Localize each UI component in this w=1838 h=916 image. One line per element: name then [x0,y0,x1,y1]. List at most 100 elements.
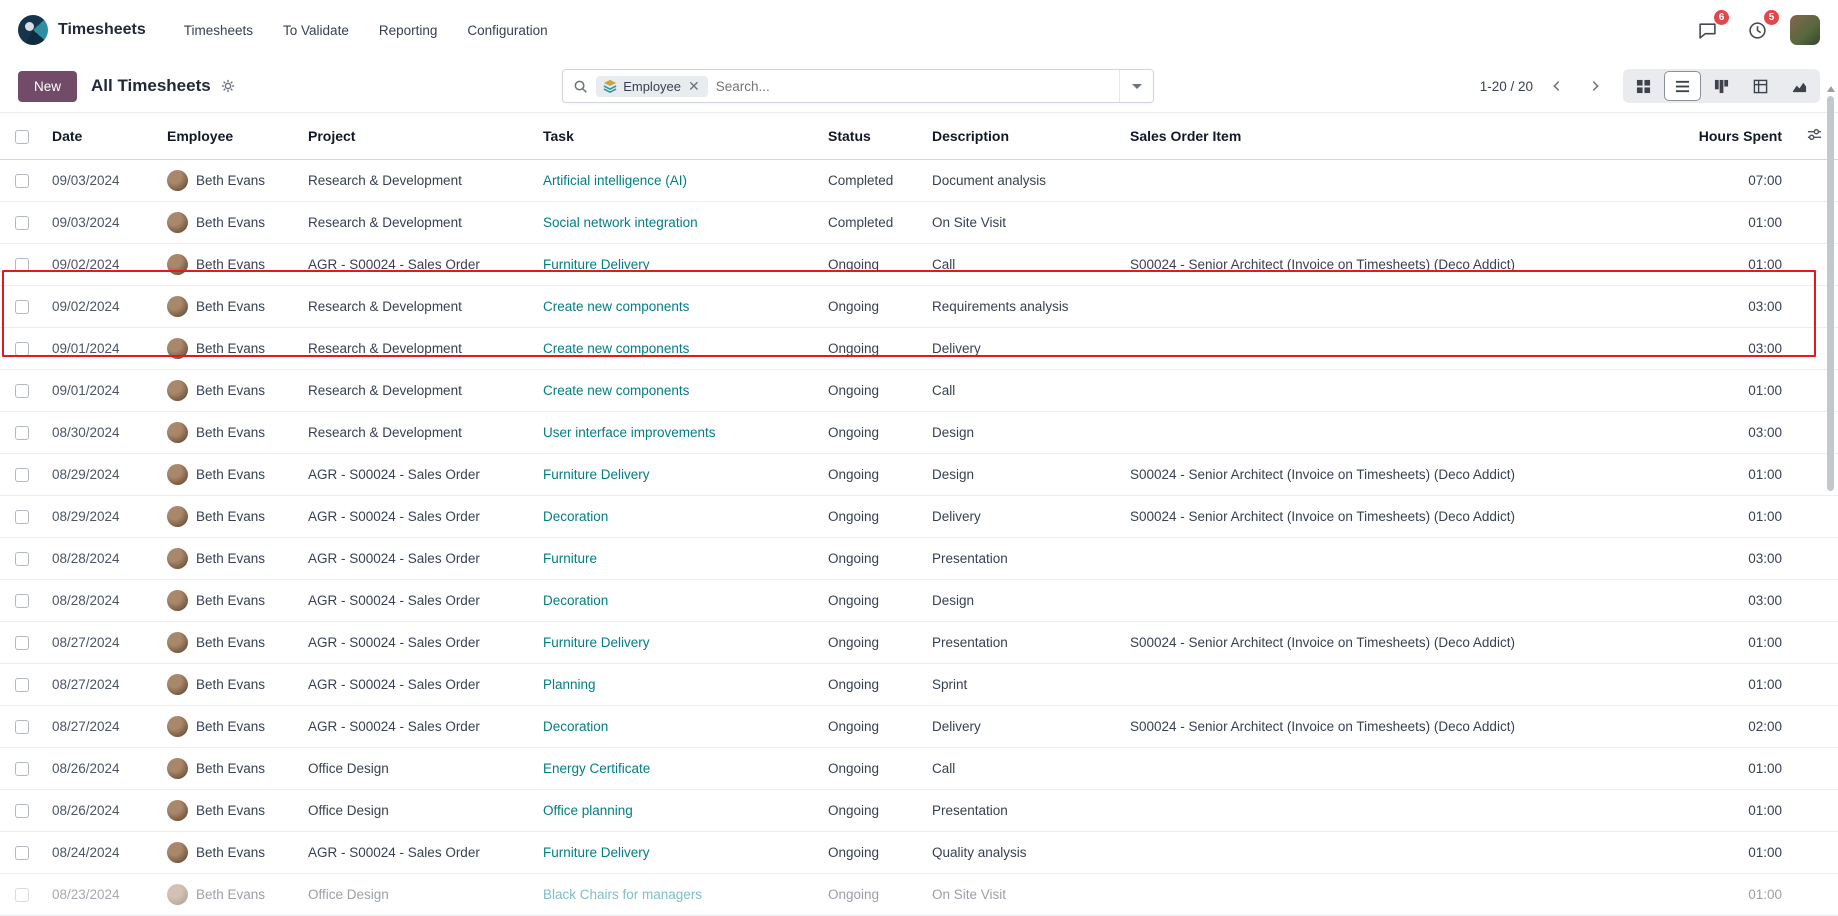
column-header-status[interactable]: Status [820,113,924,160]
user-avatar[interactable] [1790,15,1820,45]
row-checkbox[interactable] [15,888,29,902]
task-link[interactable]: Create new components [543,299,689,314]
table-row[interactable]: 08/27/2024 Beth Evans AGR - S00024 - Sal… [0,706,1838,748]
task-link[interactable]: Energy Certificate [543,761,650,776]
task-link[interactable]: Decoration [543,593,608,608]
table-row[interactable]: 08/23/2024 Beth Evans Office Design Blac… [0,874,1838,916]
table-row[interactable]: 08/28/2024 Beth Evans AGR - S00024 - Sal… [0,580,1838,622]
row-checkbox[interactable] [15,762,29,776]
menu-item-to-validate[interactable]: To Validate [271,15,361,46]
row-checkbox[interactable] [15,342,29,356]
remove-filter-icon[interactable]: ✕ [687,79,701,93]
row-date: 08/28/2024 [44,538,159,580]
task-link[interactable]: Furniture Delivery [543,257,650,272]
employee-avatar [167,548,188,569]
table-row[interactable]: 08/29/2024 Beth Evans AGR - S00024 - Sal… [0,454,1838,496]
table-row[interactable]: 09/02/2024 Beth Evans AGR - S00024 - Sal… [0,244,1838,286]
column-options-icon[interactable] [1807,129,1822,145]
table-row[interactable]: 09/03/2024 Beth Evans Research & Develop… [0,160,1838,202]
pager-previous-button[interactable] [1543,72,1571,100]
task-link[interactable]: Social network integration [543,215,698,230]
row-checkbox[interactable] [15,468,29,482]
column-header-hours-spent[interactable]: Hours Spent [1680,113,1790,160]
task-link[interactable]: Artificial intelligence (AI) [543,173,687,188]
row-checkbox[interactable] [15,384,29,398]
table-row[interactable]: 08/28/2024 Beth Evans AGR - S00024 - Sal… [0,538,1838,580]
column-header-task[interactable]: Task [535,113,820,160]
row-checkbox[interactable] [15,594,29,608]
task-link[interactable]: Furniture Delivery [543,845,650,860]
menu-item-reporting[interactable]: Reporting [367,15,450,46]
kanban-view-button[interactable] [1625,71,1662,101]
row-checkbox[interactable] [15,804,29,818]
table-row[interactable]: 09/01/2024 Beth Evans Research & Develop… [0,328,1838,370]
table-row[interactable]: 08/24/2024 Beth Evans AGR - S00024 - Sal… [0,832,1838,874]
row-project: AGR - S00024 - Sales Order [300,832,535,874]
row-checkbox[interactable] [15,552,29,566]
row-checkbox[interactable] [15,258,29,272]
table-row[interactable]: 09/02/2024 Beth Evans Research & Develop… [0,286,1838,328]
app-brand[interactable]: Timesheets [18,15,146,45]
kanban-columns-view-button[interactable] [1703,71,1740,101]
row-checkbox[interactable] [15,174,29,188]
task-link[interactable]: Furniture [543,551,597,566]
employee-name: Beth Evans [196,803,265,818]
search-bar[interactable]: Employee ✕ [562,69,1154,103]
table-row[interactable]: 09/03/2024 Beth Evans Research & Develop… [0,202,1838,244]
menu-item-timesheets[interactable]: Timesheets [172,15,265,46]
row-project: Office Design [300,748,535,790]
row-checkbox[interactable] [15,720,29,734]
column-header-date[interactable]: Date [44,113,159,160]
search-dropdown-toggle[interactable] [1119,70,1153,102]
task-link[interactable]: Decoration [543,719,608,734]
select-all-checkbox[interactable] [15,130,29,144]
scroll-up-arrow-icon[interactable] [1827,86,1835,92]
row-checkbox[interactable] [15,846,29,860]
task-link[interactable]: Create new components [543,341,689,356]
row-description: Presentation [924,622,1122,664]
graph-view-button[interactable] [1781,71,1818,101]
column-header-description[interactable]: Description [924,113,1122,160]
table-row[interactable]: 08/30/2024 Beth Evans Research & Develop… [0,412,1838,454]
table-row[interactable]: 08/26/2024 Beth Evans Office Design Offi… [0,790,1838,832]
row-checkbox[interactable] [15,216,29,230]
employee-avatar [167,338,188,359]
table-row[interactable]: 08/27/2024 Beth Evans AGR - S00024 - Sal… [0,622,1838,664]
employee-name: Beth Evans [196,173,265,188]
row-status: Ongoing [820,454,924,496]
pivot-view-button[interactable] [1742,71,1779,101]
column-header-sales-order-item[interactable]: Sales Order Item [1122,113,1680,160]
employee-name: Beth Evans [196,383,265,398]
task-link[interactable]: Furniture Delivery [543,467,650,482]
messages-icon[interactable]: 6 [1690,13,1724,47]
row-hours-spent: 03:00 [1680,412,1790,454]
task-link[interactable]: Decoration [543,509,608,524]
page-title: All Timesheets [91,76,211,96]
column-header-employee[interactable]: Employee [159,113,300,160]
filter-facet-employee[interactable]: Employee ✕ [596,76,708,97]
task-link[interactable]: Create new components [543,383,689,398]
scrollbar-thumb[interactable] [1827,96,1834,491]
column-header-project[interactable]: Project [300,113,535,160]
task-link[interactable]: Planning [543,677,596,692]
row-checkbox[interactable] [15,636,29,650]
table-row[interactable]: 08/29/2024 Beth Evans AGR - S00024 - Sal… [0,496,1838,538]
row-checkbox[interactable] [15,510,29,524]
row-checkbox[interactable] [15,678,29,692]
list-view-button[interactable] [1664,71,1701,101]
task-link[interactable]: Office planning [543,803,633,818]
table-row[interactable]: 08/27/2024 Beth Evans AGR - S00024 - Sal… [0,664,1838,706]
new-button[interactable]: New [18,71,77,102]
table-row[interactable]: 08/26/2024 Beth Evans Office Design Ener… [0,748,1838,790]
menu-item-configuration[interactable]: Configuration [455,15,559,46]
task-link[interactable]: Furniture Delivery [543,635,650,650]
search-input[interactable] [716,79,1119,94]
row-checkbox[interactable] [15,426,29,440]
scrollbar[interactable] [1823,84,1838,900]
row-checkbox[interactable] [15,300,29,314]
activities-icon[interactable]: 5 [1740,13,1774,47]
table-row[interactable]: 09/01/2024 Beth Evans Research & Develop… [0,370,1838,412]
pager-next-button[interactable] [1581,72,1609,100]
favorites-gear-icon[interactable] [219,77,237,95]
task-link[interactable]: User interface improvements [543,425,716,440]
